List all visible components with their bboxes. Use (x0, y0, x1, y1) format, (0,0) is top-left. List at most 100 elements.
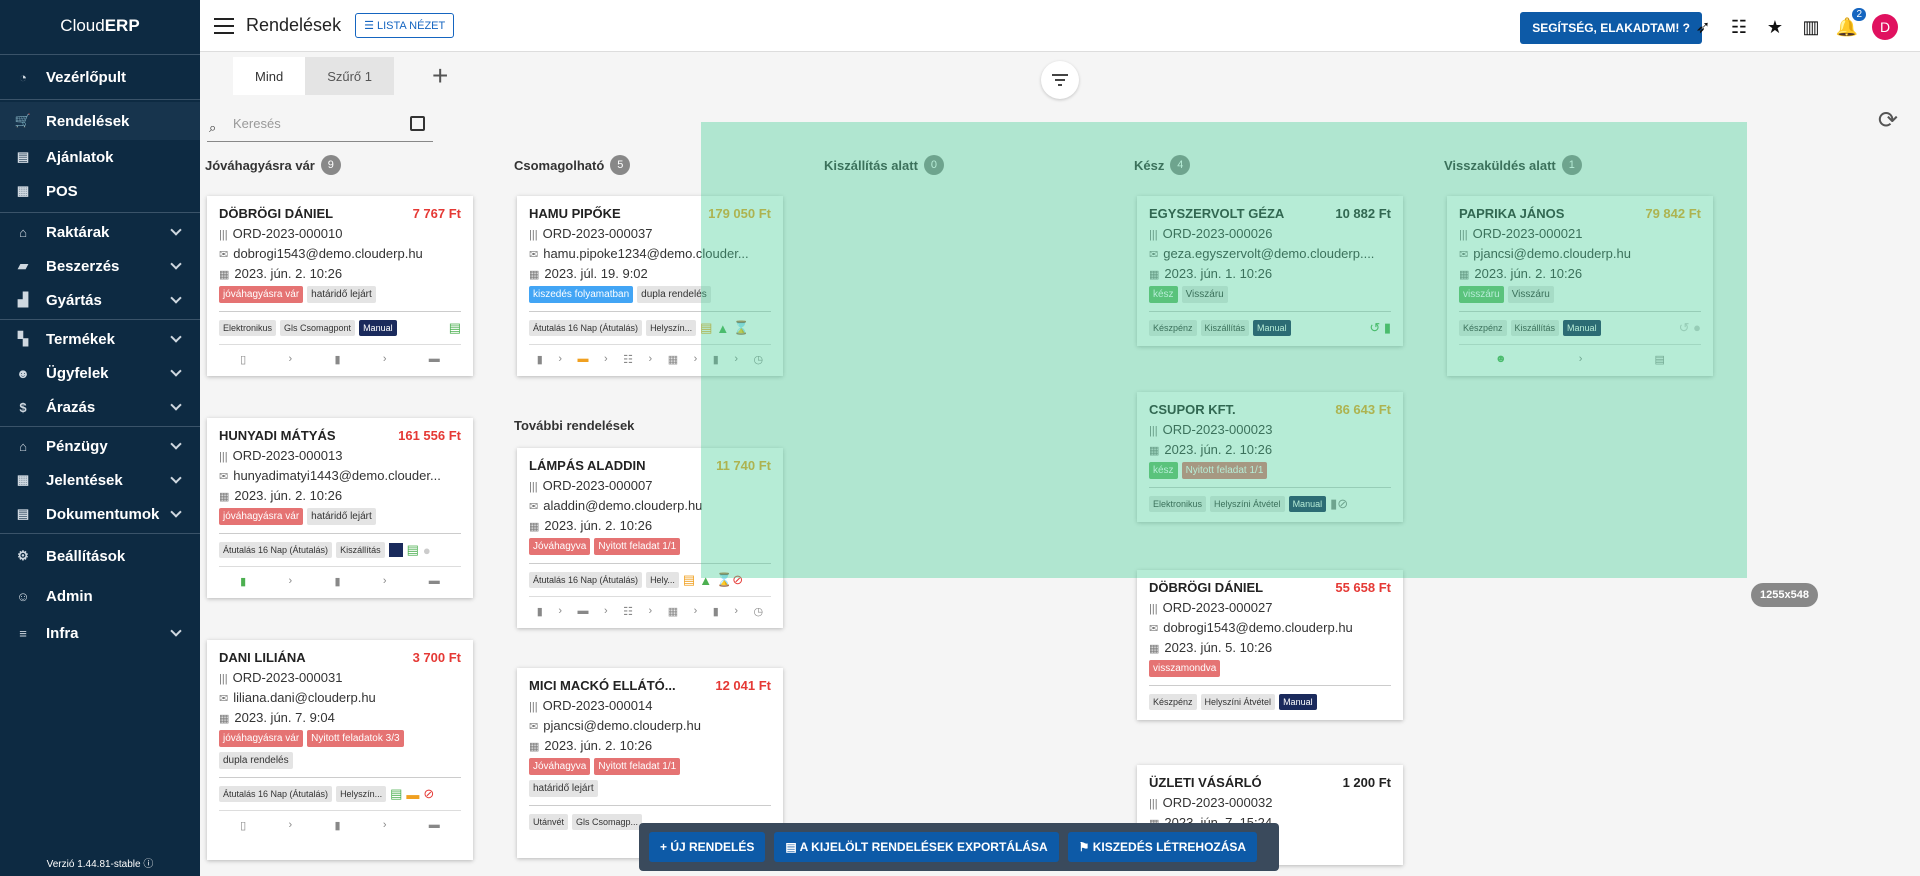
search-input[interactable]: Keresés (233, 116, 281, 131)
envelope-icon: ✉ (219, 249, 229, 261)
column-title: Jóváhagyásra vár 9 (205, 155, 341, 175)
chevron-down-icon (170, 292, 182, 304)
barcode-icon: ||| (219, 229, 228, 241)
chevron-down-icon (170, 399, 182, 411)
order-card[interactable]: PAPRIKA JÁNOS 79 842 Ft ||| ORD-2023-00002… (1447, 196, 1713, 376)
list-view-button[interactable]: ☰ LISTA NÉZET (355, 13, 455, 38)
server-icon: ≡ (19, 625, 27, 641)
order-card[interactable]: DANI LILIÁNA 3 700 Ft ||| ORD-2023-000031 … (207, 640, 473, 860)
sidebar-item-reports[interactable]: ▦ Jelentések (0, 463, 200, 497)
sidebar-item-finance[interactable]: ⌂ Pénzügy (0, 429, 200, 463)
tab-all[interactable]: Mind (233, 57, 306, 95)
order-card[interactable]: DÖBRÖGI DÁNIEL 7 767 Ft ||| ORD-2023-00001… (207, 196, 473, 376)
order-card[interactable]: CSUPOR KFT. 86 643 Ft ||| ORD-2023-000023 … (1137, 392, 1403, 522)
notification-badge: 2 (1852, 8, 1866, 21)
sidebar-item-label: Raktárak (46, 223, 110, 241)
industry-icon: ▟ (18, 292, 28, 307)
sidebar-item-label: Admin (46, 587, 93, 605)
sidebar-item-label: Rendelések (46, 112, 130, 130)
column-title: Visszaküldés alatt 1 (1444, 155, 1582, 175)
chevron-down-icon (170, 506, 182, 518)
filter-icon (1052, 74, 1068, 86)
chevron-down-icon (170, 331, 182, 343)
chevron-down-icon (170, 472, 182, 484)
sidebar-item-products[interactable]: ▚ Termékek (0, 322, 200, 356)
sidebar-item-pos[interactable]: ▦ POS (0, 174, 200, 208)
file-icon: ▮ (334, 354, 341, 366)
order-card[interactable]: DÖBRÖGI DÁNIEL 55 658 Ft ||| ORD-2023-0000… (1137, 570, 1403, 720)
order-card[interactable]: LÁMPÁS ALADDIN 11 740 Ft ||| ORD-2023-0000… (517, 448, 783, 628)
export-selected-button[interactable]: ▤ A KIJELÖLT RENDELÉSEK EXPORTÁLÁSA (774, 832, 1059, 862)
topbar: Rendelések ☰ LISTA NÉZET SEGÍTSÉG, ELAKA… (200, 0, 1920, 52)
sidebar-item-production[interactable]: ▟ Gyártás (0, 283, 200, 317)
chevron-down-icon (170, 258, 182, 270)
document-icon: ▤ (16, 149, 30, 164)
order-card[interactable]: HUNYADI MÁTYÁS 161 556 Ft ||| ORD-2023-000… (207, 418, 473, 598)
sidebar-item-purchasing[interactable]: ▰ Beszerzés (0, 249, 200, 283)
boxes-icon: ▚ (18, 331, 28, 346)
calendar-icon: ▦ (219, 269, 230, 281)
sidebar-item-label: Gyártás (46, 291, 102, 309)
gear-icon: ⚙ (17, 548, 29, 563)
document-icon: ▯ (240, 354, 247, 366)
avatar[interactable]: D (1872, 14, 1898, 40)
menu-icon[interactable] (214, 17, 234, 34)
rocket-icon[interactable]: ➶ (1692, 16, 1714, 38)
version-label: Verzió 1.44.81-stable ⓘ (46, 859, 154, 870)
new-order-button[interactable]: + ÚJ RENDELÉS (649, 832, 766, 862)
chevron-down-icon (170, 224, 182, 236)
sidebar-item-orders[interactable]: 🛒 Rendelések (0, 102, 200, 140)
sidebar: Cloud ERP ◔ Vezérlőpult 🛒 Rendelések ▤ Ajánl… (0, 0, 200, 876)
sidebar-item-pricing[interactable]: $ Árazás (0, 390, 200, 424)
logo-text: Cloud (60, 16, 105, 35)
sidebar-item-label: Ügyfelek (46, 364, 109, 382)
sidebar-item-label: Beszerzés (46, 257, 120, 275)
bell-icon[interactable]: 🔔 2 (1836, 8, 1866, 38)
filter-button[interactable] (1041, 61, 1079, 99)
search-field[interactable]: ⌕ Keresés (207, 108, 433, 142)
add-tab-button[interactable]: + (432, 60, 448, 92)
column-title: Csomagolható 5 (514, 155, 631, 175)
sidebar-item-label: Dokumentumok (46, 505, 160, 523)
bank-icon: ⌂ (19, 438, 27, 454)
sidebar-item-admin[interactable]: ☺ Admin (0, 576, 200, 616)
create-picking-button[interactable]: ⚑ KISZEDÉS LÉTREHOZÁSA (1067, 832, 1258, 862)
chevron-down-icon (170, 438, 182, 450)
sidebar-item-warehouses[interactable]: ⌂ Raktárak (0, 215, 200, 249)
order-card[interactable]: HAMU PIPŐKE 179 050 Ft ||| ORD-2023-000037… (517, 196, 783, 376)
sidebar-item-dashboard[interactable]: ◔ Vezérlőpult (0, 57, 200, 97)
app-logo[interactable]: Cloud ERP (0, 0, 200, 52)
search-icon: ⌕ (209, 120, 217, 135)
column-title: Kész 4 (1134, 155, 1191, 175)
filter-tabs: Mind Szűrő 1 (233, 57, 394, 95)
sidebar-item-label: Beállítások (46, 547, 126, 565)
truck-icon: ▰ (18, 258, 28, 273)
star-icon[interactable]: ★ (1764, 16, 1786, 38)
sidebar-item-settings[interactable]: ⚙ Beállítások (0, 536, 200, 576)
size-badge: 1255x548 (1751, 583, 1818, 607)
sidebar-item-customers[interactable]: ☻ Ügyfelek (0, 356, 200, 390)
bottom-action-bar: + ÚJ RENDELÉS ▤ A KIJELÖLT RENDELÉSEK EX… (639, 823, 1279, 871)
sidebar-item-label: Pénzügy (46, 437, 108, 455)
tab-filter-1[interactable]: Szűrő 1 (305, 57, 394, 95)
sidebar-item-quotes[interactable]: ▤ Ajánlatok (0, 140, 200, 174)
select-all-checkbox[interactable] (410, 116, 425, 131)
sidebar-item-documents[interactable]: ▤ Dokumentumok (0, 497, 200, 531)
warehouse-icon: ▤ (448, 320, 461, 335)
sidebar-item-label: Vezérlőpult (46, 68, 127, 86)
page-title: Rendelések (246, 15, 342, 35)
refresh-icon[interactable]: ⟳ (1878, 106, 1898, 135)
sidebar-item-label: Termékek (46, 330, 115, 348)
logo-text-bold: ERP (104, 16, 140, 35)
help-button[interactable]: SEGÍTSÉG, ELAKADTAM! ? (1520, 12, 1702, 44)
sidebar-item-label: Árazás (46, 398, 96, 416)
user-cog-icon: ☺ (16, 588, 30, 604)
order-card[interactable]: EGYSZERVOLT GÉZA 10 882 Ft ||| ORD-2023-00… (1137, 196, 1403, 346)
cart-icon: 🛒 (14, 113, 32, 128)
file-icon: ▤ (16, 506, 30, 521)
pie-chart-icon: ◔ (19, 69, 27, 85)
sidebar-item-label: Jelentések (46, 471, 123, 489)
tasks-icon[interactable]: ☷ (1728, 16, 1750, 38)
building-icon[interactable]: ▥ (1800, 16, 1822, 38)
sidebar-item-infra[interactable]: ≡ Infra (0, 616, 200, 650)
